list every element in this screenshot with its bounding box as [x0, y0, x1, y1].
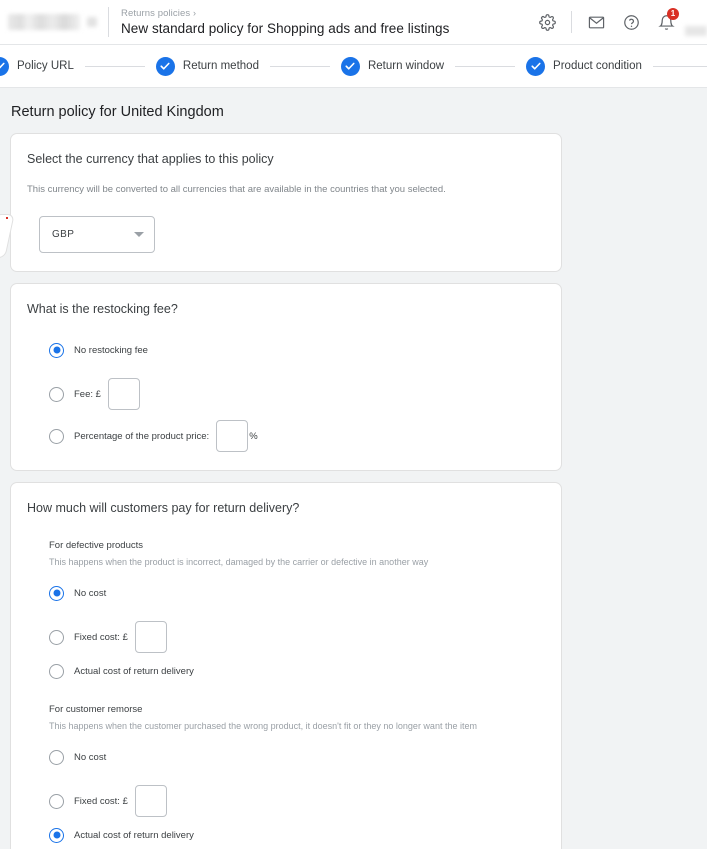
remorse-radio-group: No cost Fixed cost: £ Actual cost of ret… [11, 747, 561, 845]
stepper-step-return-method[interactable]: Return method [156, 57, 259, 76]
defective-option-label: Actual cost of return delivery [74, 666, 194, 677]
restocking-option-label: Percentage of the product price: [74, 431, 209, 442]
app-header: Returns policies › New standard policy f… [0, 0, 707, 45]
remorse-option-label: Actual cost of return delivery [74, 830, 194, 841]
stepper-label-product-condition: Product condition [553, 60, 642, 72]
breadcrumb[interactable]: Returns policies › [121, 7, 532, 20]
check-icon [341, 57, 360, 76]
remorse-option-actual-cost[interactable]: Actual cost of return delivery [49, 825, 561, 845]
radio-icon[interactable] [49, 664, 64, 679]
brand-account-redacted [87, 17, 97, 27]
header-icon-divider [571, 11, 572, 33]
defective-option-label: No cost [74, 588, 106, 599]
defective-radio-group: No cost Fixed cost: £ Actual cost of ret… [11, 583, 561, 681]
breadcrumb-chevron-icon: › [193, 8, 196, 18]
defective-products-heading: For defective products [11, 539, 561, 553]
return-delivery-card: How much will customers pay for return d… [10, 482, 562, 849]
radio-icon[interactable] [49, 750, 64, 765]
defective-fixed-cost-input[interactable] [135, 621, 167, 653]
brand-logo-redacted [8, 14, 80, 30]
stepper-connector [653, 66, 707, 67]
radio-icon-selected[interactable] [49, 828, 64, 843]
check-icon [156, 57, 175, 76]
restocking-option-fixed-fee[interactable]: Fee: £ [49, 378, 561, 410]
stepper-label-return-window: Return window [368, 60, 444, 72]
stepper-step-return-window[interactable]: Return window [341, 57, 444, 76]
restocking-fee-card: What is the restocking fee? No restockin… [10, 283, 562, 471]
restocking-option-label: Fee: £ [74, 389, 101, 400]
restocking-fee-input[interactable] [108, 378, 140, 410]
page-title: New standard policy for Shopping ads and… [121, 20, 532, 38]
stepper-label-return-method: Return method [183, 60, 259, 72]
return-policy-heading: Return policy for United Kingdom [11, 102, 707, 122]
restocking-percentage-input[interactable] [216, 420, 248, 452]
currency-question: Select the currency that applies to this… [11, 150, 561, 168]
currency-card: Select the currency that applies to this… [10, 133, 562, 272]
remorse-option-fixed-cost[interactable]: Fixed cost: £ [49, 785, 561, 817]
chevron-down-icon [134, 232, 144, 237]
header-divider [108, 7, 109, 37]
customer-remorse-description: This happens when the customer purchased… [11, 719, 561, 733]
bell-icon[interactable]: 1 [651, 7, 681, 37]
currency-help-text: This currency will be converted to all c… [11, 168, 561, 197]
notification-badge: 1 [667, 8, 679, 20]
radio-icon-selected[interactable] [49, 586, 64, 601]
remorse-option-label: Fixed cost: £ [74, 796, 128, 807]
currency-select[interactable]: GBP [39, 216, 155, 253]
offscreen-marker [6, 217, 8, 219]
breadcrumb-link[interactable]: Returns policies [121, 8, 190, 19]
radio-icon[interactable] [49, 794, 64, 809]
stepper-step-policy-url[interactable]: Policy URL [0, 57, 74, 76]
radio-icon[interactable] [49, 630, 64, 645]
header-titles: Returns policies › New standard policy f… [121, 7, 532, 38]
stepper-connector [85, 66, 145, 67]
header-icon-bar: 1 [532, 7, 707, 37]
remorse-option-label: No cost [74, 752, 106, 763]
envelope-icon[interactable] [581, 7, 611, 37]
defective-option-label: Fixed cost: £ [74, 632, 128, 643]
header-right-edge-redacted [685, 26, 707, 36]
stepper-step-product-condition[interactable]: Product condition [526, 57, 642, 76]
restocking-option-percentage[interactable]: Percentage of the product price: % [49, 420, 561, 452]
defective-option-fixed-cost[interactable]: Fixed cost: £ [49, 621, 561, 653]
percent-sign: % [249, 431, 257, 442]
help-circle-icon[interactable] [616, 7, 646, 37]
check-icon [0, 57, 9, 76]
currency-select-wrapper: GBP [11, 197, 561, 253]
currency-select-value: GBP [52, 229, 134, 240]
radio-icon[interactable] [49, 387, 64, 402]
defective-option-no-cost[interactable]: No cost [49, 583, 561, 603]
defective-products-description: This happens when the product is incorre… [11, 555, 561, 569]
return-delivery-question: How much will customers pay for return d… [11, 499, 561, 517]
radio-icon[interactable] [49, 429, 64, 444]
defective-option-actual-cost[interactable]: Actual cost of return delivery [49, 661, 561, 681]
remorse-fixed-cost-input[interactable] [135, 785, 167, 817]
restocking-option-no-fee[interactable]: No restocking fee [49, 340, 561, 360]
radio-icon-selected[interactable] [49, 343, 64, 358]
restocking-question: What is the restocking fee? [11, 300, 561, 318]
stepper-connector [270, 66, 330, 67]
restocking-radio-group: No restocking fee Fee: £ Percentage of t… [11, 340, 561, 452]
main-content: Return policy for United Kingdom Select … [0, 88, 707, 849]
stepper-connector [455, 66, 515, 67]
policy-wizard-stepper: Policy URL Return method Return window P… [0, 45, 707, 88]
check-icon [526, 57, 545, 76]
customer-remorse-heading: For customer remorse [11, 703, 561, 717]
restocking-option-label: No restocking fee [74, 345, 148, 356]
stepper-label-policy-url: Policy URL [17, 60, 74, 72]
remorse-option-no-cost[interactable]: No cost [49, 747, 561, 767]
gear-icon[interactable] [532, 7, 562, 37]
